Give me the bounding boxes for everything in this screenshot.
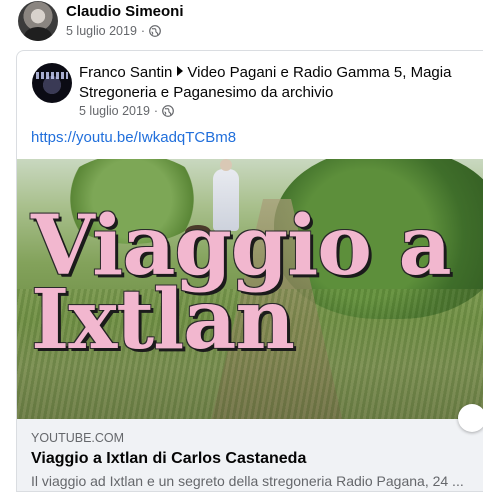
shared-post-card: Franco Santin Video Pagani e Radio Gamma … (16, 50, 483, 492)
link-title[interactable]: Viaggio a Ixtlan di Carlos Castaneda (31, 450, 306, 468)
author-avatar[interactable] (18, 1, 58, 41)
video-thumbnail[interactable]: Viaggio a Ixtlan (17, 159, 483, 419)
post-meta: 5 luglio 2019 · (66, 24, 161, 38)
shared-post-title: Franco Santin Video Pagani e Radio Gamma … (79, 63, 474, 103)
feed-post: Claudio Simeoni 5 luglio 2019 · Franco S… (0, 0, 483, 492)
globe-icon (162, 105, 174, 117)
link-domain: YOUTUBE.COM (31, 431, 125, 445)
author-name[interactable]: Claudio Simeoni (66, 3, 184, 20)
carousel-next-button[interactable] (458, 404, 483, 432)
shared-post-date[interactable]: 5 luglio 2019 (79, 104, 150, 118)
shared-author-name[interactable]: Franco Santin (79, 64, 172, 81)
link-description: Il viaggio ad Ixtlan e un segreto della … (31, 473, 464, 489)
post-date[interactable]: 5 luglio 2019 (66, 24, 137, 38)
link-preview-caption[interactable]: YOUTUBE.COM Viaggio a Ixtlan di Carlos C… (17, 419, 483, 491)
thumbnail-overlay-title: Viaggio a Ixtlan (31, 198, 452, 368)
shared-author-avatar[interactable] (32, 63, 72, 103)
youtube-link[interactable]: https://youtu.be/IwkadqTCBm8 (31, 129, 236, 146)
arrow-right-icon (177, 66, 184, 76)
globe-icon (149, 25, 161, 37)
shared-post-meta: 5 luglio 2019 · (79, 104, 174, 118)
